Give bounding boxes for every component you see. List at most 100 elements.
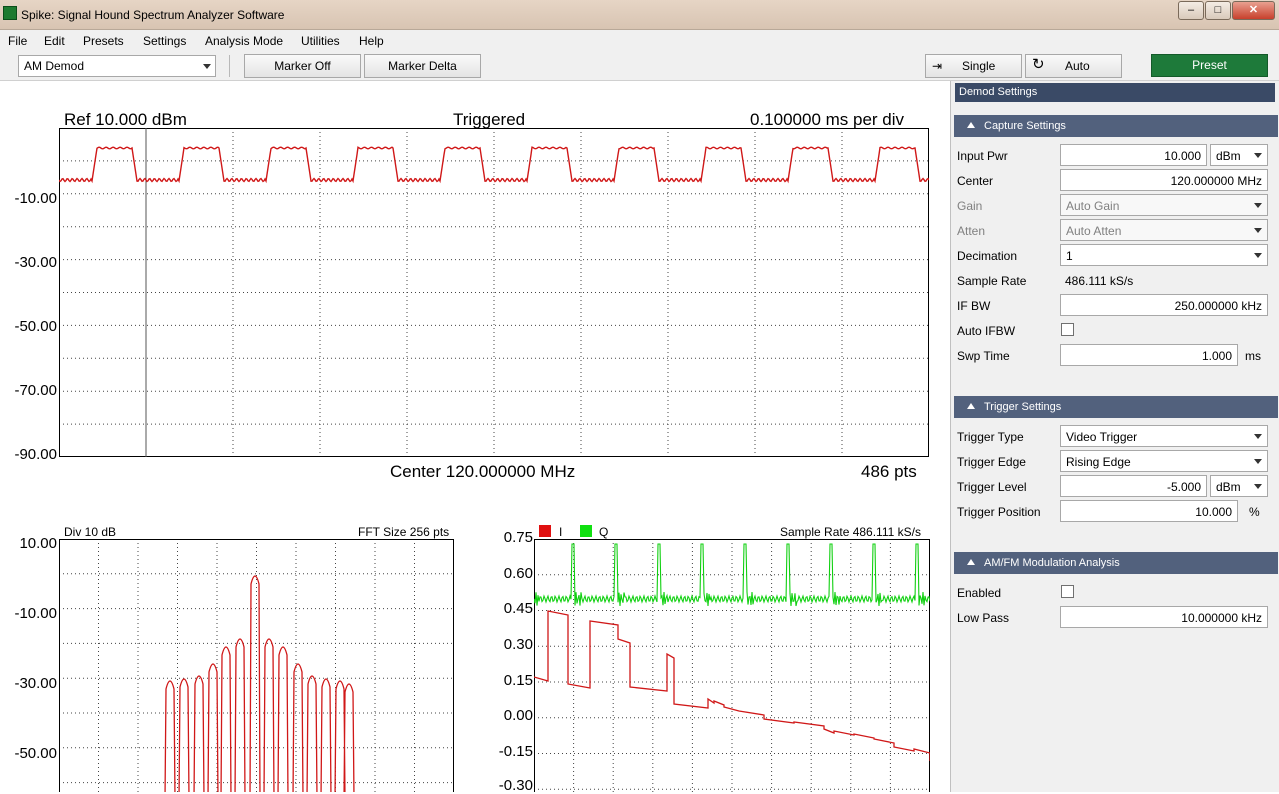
swp-time-field[interactable]: 1.000 (1060, 344, 1238, 366)
menu-bar: File Edit Presets Settings Analysis Mode… (0, 30, 1279, 51)
maximize-button[interactable]: □ (1205, 1, 1231, 20)
capture-settings-title: Capture Settings (984, 120, 1066, 132)
trigger-edge-value: Rising Edge (1066, 455, 1131, 469)
input-pwr-unit-value: dBm (1216, 149, 1241, 163)
if-bw-label: IF BW (957, 299, 991, 313)
q-legend-label: Q (599, 525, 609, 539)
main-ytick: -10.00 (14, 190, 57, 207)
sample-rate-value: 486.111 kS/s (1065, 274, 1134, 288)
iq-ytick: 0.60 (503, 565, 533, 582)
app-icon (3, 6, 17, 20)
amfm-analysis-title: AM/FM Modulation Analysis (984, 557, 1120, 569)
auto-ifbw-checkbox[interactable] (1061, 323, 1074, 336)
refresh-icon: ↻ (1032, 56, 1045, 73)
menu-file[interactable]: File (8, 34, 27, 48)
trigger-position-label: Trigger Position (957, 505, 1041, 519)
chevron-down-icon (1254, 228, 1262, 233)
swp-time-unit: ms (1245, 349, 1261, 363)
single-button-label: Single (962, 59, 996, 73)
title-bar: Spike: Signal Hound Spectrum Analyzer So… (0, 0, 1279, 30)
main-ytick: -50.00 (14, 318, 57, 335)
fft-ytick: 10.00 (19, 535, 57, 552)
low-pass-field[interactable]: 10.000000 kHz (1060, 606, 1268, 628)
trigger-level-unit-value: dBm (1216, 480, 1241, 494)
auto-ifbw-label: Auto IFBW (957, 324, 1016, 338)
fft-ytick: -50.00 (14, 745, 57, 762)
trigger-settings-header[interactable]: Trigger Settings (954, 396, 1278, 418)
swp-time-label: Swp Time (957, 349, 1010, 363)
chevron-down-icon (1254, 434, 1262, 439)
mode-select-value: AM Demod (24, 59, 85, 73)
gain-select[interactable]: Auto Gain (1060, 194, 1268, 216)
trigger-level-field[interactable]: -5.000 (1060, 475, 1207, 497)
trigger-level-unit-select[interactable]: dBm (1210, 475, 1268, 497)
menu-settings[interactable]: Settings (143, 34, 186, 48)
single-button[interactable]: ⇥ Single (925, 54, 1022, 78)
center-label: Center (957, 174, 994, 188)
chevron-down-icon (1254, 153, 1262, 158)
if-bw-field[interactable]: 250.000000 kHz (1060, 294, 1268, 316)
i-trace (534, 610, 930, 761)
close-button[interactable]: ✕ (1232, 1, 1275, 20)
points-label: 486 pts (861, 462, 917, 481)
amfm-analysis-header[interactable]: AM/FM Modulation Analysis (954, 552, 1278, 574)
iq-ytick: -0.30 (498, 777, 533, 794)
iq-sample-rate-label: Sample Rate 486.111 kS/s (780, 525, 921, 539)
iq-plot[interactable] (534, 539, 930, 792)
collapse-icon (967, 559, 975, 565)
q-legend-swatch (580, 525, 592, 537)
iq-plot-border (534, 539, 930, 792)
trigger-position-field[interactable]: 10.000 (1060, 500, 1238, 522)
main-grid (59, 128, 929, 457)
iq-ytick: 0.75 (503, 529, 533, 546)
decimation-select[interactable]: 1 (1060, 244, 1268, 266)
fft-div-label: Div 10 dB (64, 525, 117, 539)
trigger-level-label: Trigger Level (957, 480, 1027, 494)
ref-level-label: Ref 10.000 dBm (64, 110, 187, 129)
chevron-down-icon (203, 64, 211, 69)
trigger-type-select[interactable]: Video Trigger (1060, 425, 1268, 447)
fft-size-label: FFT Size 256 pts (358, 525, 450, 539)
marker-delta-button[interactable]: Marker Delta (364, 54, 481, 78)
menu-edit[interactable]: Edit (44, 34, 65, 48)
preset-button[interactable]: Preset (1151, 54, 1268, 77)
menu-analysis-mode[interactable]: Analysis Mode (205, 34, 283, 48)
auto-button-label: Auto (1065, 59, 1090, 73)
chevron-down-icon (1254, 484, 1262, 489)
marker-off-button[interactable]: Marker Off (244, 54, 361, 78)
main-ytick: -30.00 (14, 254, 57, 271)
fft-ytick: -30.00 (14, 675, 57, 692)
chevron-down-icon (1254, 203, 1262, 208)
atten-select[interactable]: Auto Atten (1060, 219, 1268, 241)
iq-grid (534, 539, 930, 792)
i-legend-swatch (539, 525, 551, 537)
main-ytick: -90.00 (14, 446, 57, 463)
center-freq-field[interactable]: 120.000000 MHz (1060, 169, 1268, 191)
input-pwr-unit-select[interactable]: dBm (1210, 144, 1268, 166)
menu-utilities[interactable]: Utilities (301, 34, 340, 48)
minimize-button[interactable]: – (1178, 1, 1204, 20)
main-ytick: -70.00 (14, 382, 57, 399)
trigger-edge-select[interactable]: Rising Edge (1060, 450, 1268, 472)
input-pwr-field[interactable]: 10.000 (1060, 144, 1207, 166)
input-pwr-label: Input Pwr (957, 149, 1008, 163)
single-sweep-icon: ⇥ (932, 59, 943, 73)
i-legend-label: I (559, 525, 563, 539)
window-title: Spike: Signal Hound Spectrum Analyzer So… (21, 8, 285, 22)
amfm-enabled-checkbox[interactable] (1061, 585, 1074, 598)
fft-plot[interactable] (59, 539, 454, 792)
atten-label: Atten (957, 224, 986, 238)
auto-button[interactable]: ↻ Auto (1025, 54, 1122, 78)
mode-select[interactable]: AM Demod (18, 55, 216, 77)
trigger-type-label: Trigger Type (957, 430, 1024, 444)
toolbar-separator (229, 55, 230, 77)
collapse-icon (967, 403, 975, 409)
low-pass-label: Low Pass (957, 611, 1010, 625)
menu-presets[interactable]: Presets (83, 34, 124, 48)
main-sweep-plot[interactable] (59, 128, 929, 458)
capture-settings-header[interactable]: Capture Settings (954, 115, 1278, 137)
trigger-type-value: Video Trigger (1066, 430, 1138, 444)
menu-help[interactable]: Help (359, 34, 384, 48)
iq-ytick: 0.00 (503, 707, 533, 724)
iq-ytick: 0.15 (503, 672, 533, 689)
